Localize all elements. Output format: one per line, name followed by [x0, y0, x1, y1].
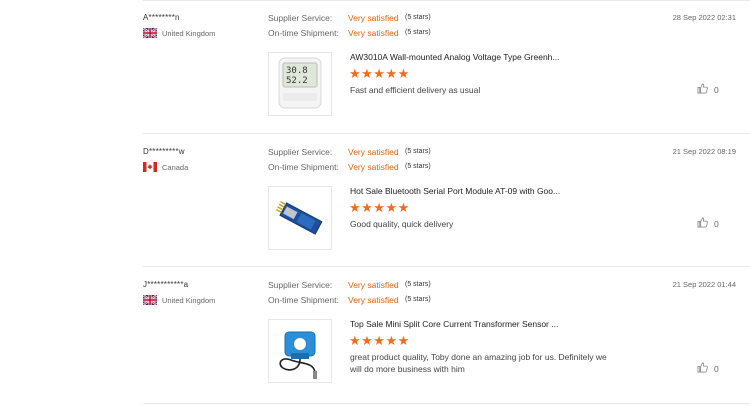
shipment-label: On-time Shipment: — [268, 295, 339, 305]
thumbs-up-icon — [697, 217, 708, 230]
review-item: J***********a United Kingdom Supplier Se… — [0, 267, 750, 401]
uk-flag-icon — [143, 295, 157, 305]
product-thumbnail[interactable] — [268, 319, 332, 383]
product-name-link[interactable]: Top Sale Mini Split Core Current Transfo… — [350, 319, 558, 329]
like-count: 0 — [714, 363, 719, 374]
shipment-stars: (5 stars) — [405, 163, 431, 170]
shipment-stars: (5 stars) — [405, 29, 431, 36]
review-item: D*********w Canada Supplier Service: Ver… — [0, 134, 750, 268]
shipment-value: Very satisfied — [348, 295, 399, 305]
review-date: 28 Sep 2022 02:31 — [672, 13, 736, 22]
review-date: 21 Sep 2022 01:44 — [672, 280, 736, 289]
country-name: United Kingdom — [162, 28, 216, 38]
product-thumbnail[interactable]: 30.8 52.2 — [268, 52, 332, 116]
product-name-link[interactable]: AW3010A Wall-mounted Analog Voltage Type… — [350, 52, 559, 62]
supplier-service-value: Very satisfied — [348, 280, 399, 290]
review-comment: great product quality, Toby done an amaz… — [350, 352, 607, 374]
thumbs-up-icon — [697, 83, 708, 96]
reviewer-country: United Kingdom — [143, 28, 215, 38]
product-thumbnail[interactable] — [268, 186, 332, 250]
like-button[interactable]: 0 — [697, 362, 719, 375]
rating-stars: ★★★★★ — [349, 200, 410, 215]
svg-text:52.2: 52.2 — [286, 76, 308, 86]
supplier-service-stars: (5 stars) — [405, 14, 431, 21]
uk-flag-icon — [143, 28, 157, 38]
shipment-label: On-time Shipment: — [268, 162, 339, 172]
thumbs-up-icon — [697, 362, 708, 375]
review-comment: Fast and efficient delivery as usual — [350, 85, 481, 95]
shipment-value: Very satisfied — [348, 28, 399, 38]
svg-text:30.8: 30.8 — [286, 66, 308, 76]
supplier-service-value: Very satisfied — [348, 147, 399, 157]
country-name: United Kingdom — [162, 295, 216, 305]
supplier-service-stars: (5 stars) — [405, 148, 431, 155]
rating-stars: ★★★★★ — [349, 66, 410, 81]
supplier-service-value: Very satisfied — [348, 13, 399, 23]
supplier-service-label: Supplier Service: — [268, 280, 333, 290]
current-transformer-icon — [279, 331, 317, 379]
reviewer-name: J***********a — [143, 280, 189, 289]
divider — [143, 403, 750, 404]
bluetooth-module-icon — [275, 200, 323, 235]
reviewer-country: United Kingdom — [143, 295, 215, 305]
shipment-label: On-time Shipment: — [268, 28, 339, 38]
like-button[interactable]: 0 — [697, 217, 719, 230]
product-name-link[interactable]: Hot Sale Bluetooth Serial Port Module AT… — [350, 186, 560, 196]
country-name: Canada — [162, 162, 189, 172]
rating-stars: ★★★★★ — [349, 333, 410, 348]
shipment-value: Very satisfied — [348, 162, 399, 172]
review-date: 21 Sep 2022 08:19 — [672, 147, 736, 156]
like-button[interactable]: 0 — [697, 83, 719, 96]
supplier-service-label: Supplier Service: — [268, 13, 333, 23]
review-item: A********n United Kingdom Supplier Servi… — [0, 0, 750, 134]
review-comment: Good quality, quick delivery — [350, 219, 454, 229]
like-count: 0 — [714, 218, 719, 229]
like-count: 0 — [714, 84, 719, 95]
shipment-stars: (5 stars) — [405, 296, 431, 303]
reviewer-country: Canada — [143, 162, 188, 172]
canada-flag-icon — [143, 162, 157, 172]
supplier-service-label: Supplier Service: — [268, 147, 333, 157]
reviewer-name: A********n — [143, 13, 180, 22]
supplier-service-stars: (5 stars) — [405, 281, 431, 288]
reviewer-name: D*********w — [143, 147, 185, 156]
thermometer-device-icon: 30.8 52.2 — [278, 57, 322, 109]
